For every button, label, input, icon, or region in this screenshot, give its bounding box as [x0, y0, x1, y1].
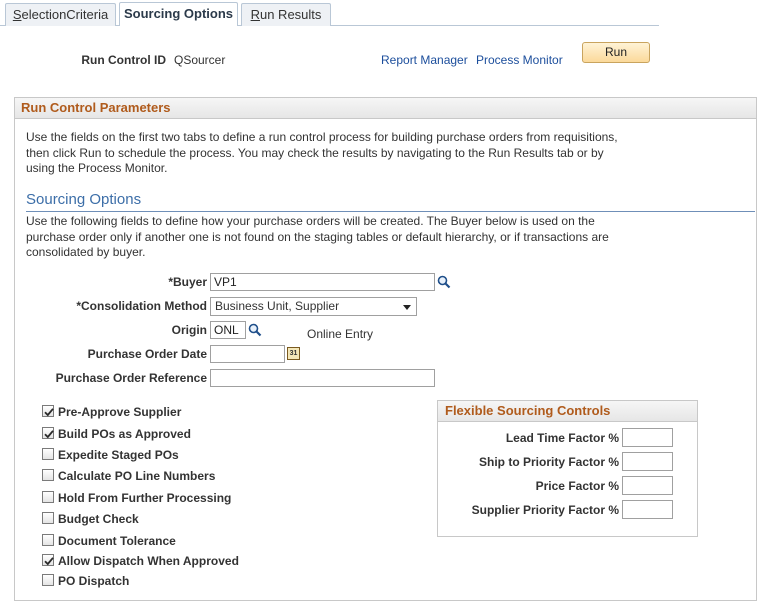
po-reference-label: Purchase Order Reference — [55, 371, 207, 385]
checkbox-label: Expedite Staged POs — [58, 448, 179, 462]
section-line: consolidated by buyer. — [26, 245, 146, 259]
panel-title: Run Control Parameters — [14, 97, 757, 119]
checkbox[interactable] — [42, 405, 54, 417]
buyer-label: *Buyer — [168, 275, 207, 289]
checkbox[interactable] — [42, 448, 54, 460]
run-button[interactable]: Run — [582, 42, 650, 63]
calendar-icon[interactable]: 31 — [287, 347, 300, 360]
factor-label: Lead Time Factor % — [505, 431, 619, 445]
origin-label: Origin — [171, 323, 207, 337]
checkmark-icon — [44, 408, 54, 417]
checkmark-icon — [44, 557, 54, 566]
po-date-input[interactable] — [210, 345, 285, 363]
magnifier-icon[interactable] — [248, 323, 262, 337]
factor-label: Ship to Priority Factor % — [478, 455, 619, 469]
origin-description: Online Entry — [307, 327, 374, 341]
intro-line: Use the fields on the first two tabs to … — [26, 130, 618, 144]
intro-text: Use the fields on the first two tabs to … — [26, 130, 618, 177]
po-reference-input[interactable] — [210, 369, 435, 387]
checkbox[interactable] — [42, 574, 54, 586]
checkbox-label: Document Tolerance — [58, 534, 176, 548]
checkbox-label: Build POs as Approved — [58, 427, 191, 441]
factor-input[interactable] — [622, 500, 673, 519]
factor-input[interactable] — [622, 428, 673, 447]
origin-input[interactable]: ONL — [210, 321, 246, 339]
tab-sourcing-options[interactable]: Sourcing Options — [119, 2, 238, 26]
tab-label: electionCriteria — [21, 7, 109, 22]
checkbox[interactable] — [42, 469, 54, 481]
intro-line: using the Process Monitor. — [26, 161, 168, 175]
po-date-label: Purchase Order Date — [87, 347, 207, 361]
factor-label: Price Factor % — [535, 479, 619, 493]
tab-accesskey: R — [250, 7, 260, 22]
section-line: Use the following fields to define how y… — [26, 214, 595, 228]
checkbox[interactable] — [42, 554, 54, 566]
run-control-label: Run Control ID — [81, 53, 166, 67]
process-monitor-link[interactable]: Process Monitor — [476, 53, 563, 67]
checkbox[interactable] — [42, 512, 54, 524]
checkbox-label: PO Dispatch — [58, 574, 130, 588]
buyer-input[interactable]: VP1 — [210, 273, 435, 291]
tab-selection-criteria[interactable]: SelectionCriteria — [5, 3, 116, 26]
factor-input[interactable] — [622, 476, 673, 495]
section-line: purchase order only if another one is no… — [26, 229, 609, 244]
magnifier-icon[interactable] — [437, 275, 451, 289]
checkbox-label: Pre-Approve Supplier — [58, 405, 182, 419]
consolidation-value: Business Unit, Supplier — [215, 299, 340, 313]
checkbox-label: Allow Dispatch When Approved — [58, 554, 239, 568]
factor-label: Supplier Priority Factor % — [471, 503, 619, 517]
section-title: Sourcing Options — [26, 191, 142, 208]
checkbox[interactable] — [42, 534, 54, 546]
run-control-value: QSourcer — [174, 53, 226, 67]
flexible-sourcing-title: Flexible Sourcing Controls — [437, 400, 698, 422]
tab-run-results[interactable]: Run Results — [241, 3, 331, 26]
report-manager-link[interactable]: Report Manager — [381, 53, 468, 67]
checkbox[interactable] — [42, 491, 54, 503]
checkbox-label: Budget Check — [58, 512, 139, 526]
chevron-down-icon — [403, 305, 411, 310]
checkmark-icon — [44, 430, 54, 439]
checkbox-label: Hold From Further Processing — [58, 491, 232, 505]
factor-input[interactable] — [622, 452, 673, 471]
checkbox[interactable] — [42, 427, 54, 439]
consolidation-label: *Consolidation Method — [76, 299, 207, 313]
consolidation-select[interactable]: Business Unit, Supplier — [210, 297, 417, 316]
tab-label: un Results — [259, 7, 322, 22]
intro-line: then click Run to schedule the process. … — [26, 145, 604, 160]
section-rule — [26, 211, 755, 212]
tab-label: Sourcing Options — [123, 6, 234, 21]
section-text: Use the following fields to define how y… — [26, 214, 609, 261]
checkbox-label: Calculate PO Line Numbers — [58, 469, 216, 483]
